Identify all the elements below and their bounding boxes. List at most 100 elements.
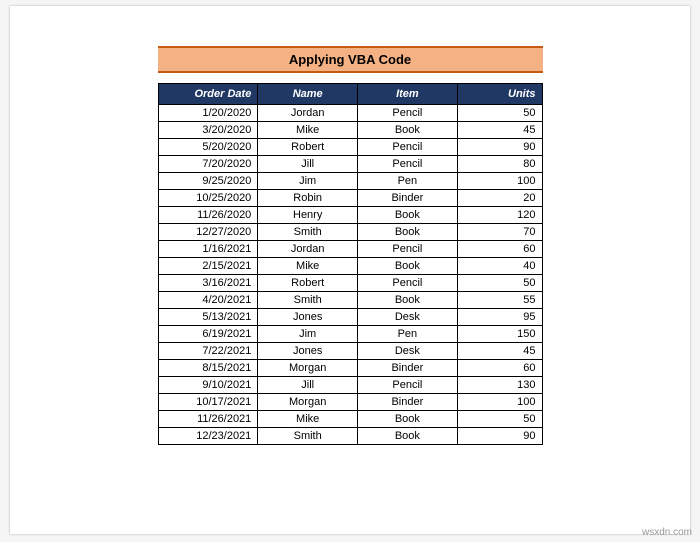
cell-name: Smith bbox=[258, 224, 358, 241]
table-row: 4/20/2021SmithBook55 bbox=[158, 292, 542, 309]
table-row: 7/22/2021JonesDesk45 bbox=[158, 343, 542, 360]
cell-units: 45 bbox=[457, 343, 542, 360]
cell-item: Book bbox=[358, 122, 458, 139]
cell-item: Book bbox=[358, 258, 458, 275]
header-units: Units bbox=[457, 84, 542, 105]
cell-item: Desk bbox=[358, 309, 458, 326]
cell-date: 4/20/2021 bbox=[158, 292, 258, 309]
cell-item: Book bbox=[358, 207, 458, 224]
cell-units: 50 bbox=[457, 411, 542, 428]
cell-item: Pen bbox=[358, 173, 458, 190]
header-order-date: Order Date bbox=[158, 84, 258, 105]
cell-name: Jill bbox=[258, 156, 358, 173]
cell-name: Mike bbox=[258, 122, 358, 139]
table-row: 8/15/2021MorganBinder60 bbox=[158, 360, 542, 377]
cell-item: Binder bbox=[358, 394, 458, 411]
cell-item: Pen bbox=[358, 326, 458, 343]
cell-item: Pencil bbox=[358, 105, 458, 122]
cell-units: 90 bbox=[457, 139, 542, 156]
cell-name: Robert bbox=[258, 275, 358, 292]
cell-date: 2/15/2021 bbox=[158, 258, 258, 275]
table-row: 9/25/2020JimPen100 bbox=[158, 173, 542, 190]
cell-item: Pencil bbox=[358, 275, 458, 292]
cell-units: 130 bbox=[457, 377, 542, 394]
table-row: 12/27/2020SmithBook70 bbox=[158, 224, 542, 241]
cell-date: 1/20/2020 bbox=[158, 105, 258, 122]
watermark-text: wsxdn.com bbox=[642, 527, 692, 538]
table-row: 3/20/2020MikeBook45 bbox=[158, 122, 542, 139]
table-header-row: Order Date Name Item Units bbox=[158, 84, 542, 105]
cell-item: Desk bbox=[358, 343, 458, 360]
cell-date: 8/15/2021 bbox=[158, 360, 258, 377]
cell-units: 95 bbox=[457, 309, 542, 326]
cell-units: 90 bbox=[457, 428, 542, 445]
cell-name: Smith bbox=[258, 428, 358, 445]
cell-name: Mike bbox=[258, 411, 358, 428]
table-row: 10/17/2021MorganBinder100 bbox=[158, 394, 542, 411]
cell-item: Book bbox=[358, 428, 458, 445]
cell-date: 10/25/2020 bbox=[158, 190, 258, 207]
table-row: 11/26/2020HenryBook120 bbox=[158, 207, 542, 224]
document-page: Applying VBA Code Order Date Name Item U… bbox=[10, 6, 690, 534]
cell-units: 80 bbox=[457, 156, 542, 173]
cell-date: 6/19/2021 bbox=[158, 326, 258, 343]
cell-name: Morgan bbox=[258, 360, 358, 377]
cell-name: Jim bbox=[258, 326, 358, 343]
cell-units: 150 bbox=[457, 326, 542, 343]
table-row: 1/16/2021JordanPencil60 bbox=[158, 241, 542, 258]
cell-units: 60 bbox=[457, 241, 542, 258]
cell-units: 60 bbox=[457, 360, 542, 377]
cell-item: Binder bbox=[358, 360, 458, 377]
table-row: 5/13/2021JonesDesk95 bbox=[158, 309, 542, 326]
cell-units: 100 bbox=[457, 394, 542, 411]
cell-units: 55 bbox=[457, 292, 542, 309]
header-name: Name bbox=[258, 84, 358, 105]
cell-item: Pencil bbox=[358, 139, 458, 156]
table-row: 2/15/2021MikeBook40 bbox=[158, 258, 542, 275]
table-row: 12/23/2021SmithBook90 bbox=[158, 428, 542, 445]
cell-date: 5/13/2021 bbox=[158, 309, 258, 326]
data-table: Order Date Name Item Units 1/20/2020Jord… bbox=[158, 83, 543, 445]
table-row: 9/10/2021JillPencil130 bbox=[158, 377, 542, 394]
cell-item: Binder bbox=[358, 190, 458, 207]
cell-name: Robert bbox=[258, 139, 358, 156]
cell-date: 10/17/2021 bbox=[158, 394, 258, 411]
cell-units: 100 bbox=[457, 173, 542, 190]
cell-units: 70 bbox=[457, 224, 542, 241]
cell-name: Jordan bbox=[258, 105, 358, 122]
cell-units: 50 bbox=[457, 105, 542, 122]
cell-date: 12/23/2021 bbox=[158, 428, 258, 445]
cell-units: 45 bbox=[457, 122, 542, 139]
cell-date: 7/22/2021 bbox=[158, 343, 258, 360]
cell-item: Book bbox=[358, 411, 458, 428]
cell-name: Mike bbox=[258, 258, 358, 275]
cell-date: 3/20/2020 bbox=[158, 122, 258, 139]
cell-units: 50 bbox=[457, 275, 542, 292]
cell-date: 3/16/2021 bbox=[158, 275, 258, 292]
cell-date: 11/26/2020 bbox=[158, 207, 258, 224]
cell-item: Pencil bbox=[358, 377, 458, 394]
cell-date: 7/20/2020 bbox=[158, 156, 258, 173]
cell-name: Smith bbox=[258, 292, 358, 309]
cell-date: 1/16/2021 bbox=[158, 241, 258, 258]
table-row: 11/26/2021MikeBook50 bbox=[158, 411, 542, 428]
table-title: Applying VBA Code bbox=[158, 46, 543, 73]
cell-date: 9/25/2020 bbox=[158, 173, 258, 190]
cell-item: Book bbox=[358, 224, 458, 241]
header-item: Item bbox=[358, 84, 458, 105]
table-body: 1/20/2020JordanPencil503/20/2020MikeBook… bbox=[158, 105, 542, 445]
cell-name: Jill bbox=[258, 377, 358, 394]
cell-name: Morgan bbox=[258, 394, 358, 411]
cell-date: 5/20/2020 bbox=[158, 139, 258, 156]
table-row: 1/20/2020JordanPencil50 bbox=[158, 105, 542, 122]
cell-item: Pencil bbox=[358, 241, 458, 258]
table-row: 7/20/2020JillPencil80 bbox=[158, 156, 542, 173]
table-row: 6/19/2021JimPen150 bbox=[158, 326, 542, 343]
cell-name: Jones bbox=[258, 309, 358, 326]
table-row: 5/20/2020RobertPencil90 bbox=[158, 139, 542, 156]
cell-units: 40 bbox=[457, 258, 542, 275]
cell-date: 12/27/2020 bbox=[158, 224, 258, 241]
cell-name: Robin bbox=[258, 190, 358, 207]
cell-name: Jones bbox=[258, 343, 358, 360]
cell-item: Book bbox=[358, 292, 458, 309]
